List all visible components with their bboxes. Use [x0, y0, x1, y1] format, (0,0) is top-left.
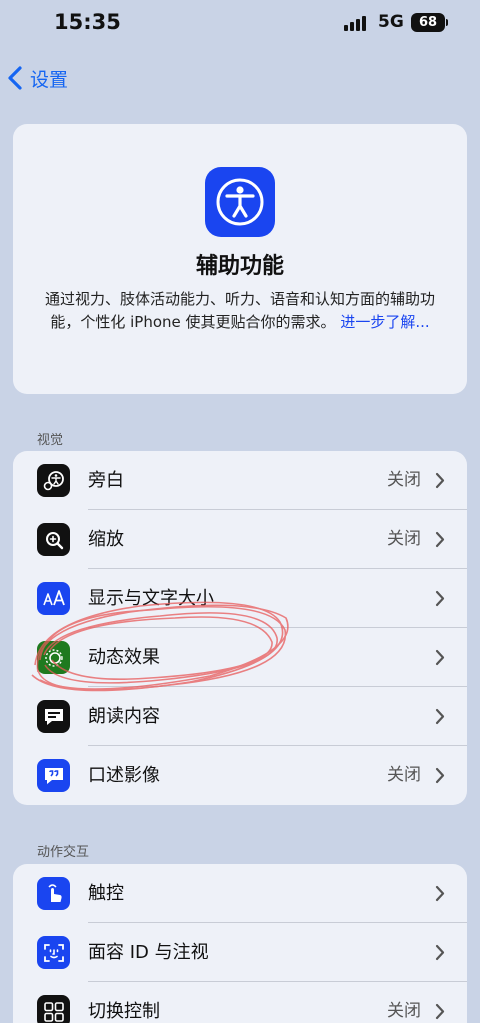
- row-value: 关闭: [387, 529, 421, 549]
- back-label: 设置: [30, 68, 69, 91]
- text-size-icon: [37, 582, 70, 615]
- row-switch-control[interactable]: 切换控制 关闭: [13, 982, 467, 1023]
- row-zoom[interactable]: 缩放 关闭: [13, 510, 467, 569]
- chevron-right-icon: [435, 708, 445, 725]
- page-title: 辅助功能: [195, 254, 284, 279]
- chevron-left-icon: [8, 66, 22, 90]
- row-label: 触控: [88, 883, 124, 904]
- section-header-vision: 视觉: [37, 433, 64, 448]
- battery-tip: [446, 19, 448, 26]
- spoken-content-icon: [37, 700, 70, 733]
- chevron-right-icon: [435, 590, 445, 607]
- chevron-right-icon: [435, 944, 445, 961]
- row-spoken-content[interactable]: 朗读内容: [13, 687, 467, 746]
- row-label: 面容 ID 与注视: [88, 942, 209, 963]
- vision-group: 旁白 关闭 缩放 关闭 显示与文字大小 动态效果 朗读内容 口述影像 关闭: [13, 451, 467, 805]
- row-label: 显示与文字大小: [88, 588, 214, 609]
- learn-more-link[interactable]: 进一步了解...: [340, 313, 429, 331]
- chevron-right-icon: [435, 885, 445, 902]
- accessibility-icon: [205, 167, 275, 237]
- row-label: 动态效果: [88, 647, 160, 668]
- row-audio-description[interactable]: 口述影像 关闭: [13, 746, 467, 805]
- status-bar: 15:35 5G 68: [0, 0, 480, 48]
- chevron-right-icon: [435, 472, 445, 489]
- section-header-physical: 动作交互: [37, 845, 90, 860]
- zoom-icon: [37, 523, 70, 556]
- face-id-icon: [37, 936, 70, 969]
- row-motion[interactable]: 动态效果: [13, 628, 467, 687]
- signal-icon: [344, 15, 370, 31]
- voiceover-icon: [37, 464, 70, 497]
- touch-icon: [37, 877, 70, 910]
- motion-icon: [37, 641, 70, 674]
- page-description: 通过视力、肢体活动能力、听力、语音和认知方面的辅助功能，个性化 iPhone 使…: [33, 288, 447, 334]
- physical-group: 触控 面容 ID 与注视 切换控制 关闭: [13, 864, 467, 1023]
- row-label: 口述影像: [88, 765, 160, 786]
- row-face-id[interactable]: 面容 ID 与注视: [13, 923, 467, 982]
- back-button[interactable]: 设置: [4, 60, 94, 96]
- chevron-right-icon: [435, 767, 445, 784]
- audio-description-icon: [37, 759, 70, 792]
- row-label: 切换控制: [88, 1001, 160, 1022]
- row-label: 朗读内容: [88, 706, 160, 727]
- battery-icon: 68: [411, 13, 445, 32]
- network-type: 5G: [378, 12, 404, 32]
- row-display-text-size[interactable]: 显示与文字大小: [13, 569, 467, 628]
- row-label: 缩放: [88, 529, 124, 550]
- row-value: 关闭: [387, 470, 421, 490]
- chevron-right-icon: [435, 1003, 445, 1020]
- row-value: 关闭: [387, 1001, 421, 1021]
- chevron-right-icon: [435, 531, 445, 548]
- switch-control-icon: [37, 995, 70, 1023]
- accessibility-header-card: 辅助功能 通过视力、肢体活动能力、听力、语音和认知方面的辅助功能，个性化 iPh…: [13, 124, 467, 394]
- row-touch[interactable]: 触控: [13, 864, 467, 923]
- status-time: 15:35: [54, 10, 121, 34]
- row-value: 关闭: [387, 765, 421, 785]
- chevron-right-icon: [435, 649, 445, 666]
- row-voiceover[interactable]: 旁白 关闭: [13, 451, 467, 510]
- row-label: 旁白: [88, 470, 124, 491]
